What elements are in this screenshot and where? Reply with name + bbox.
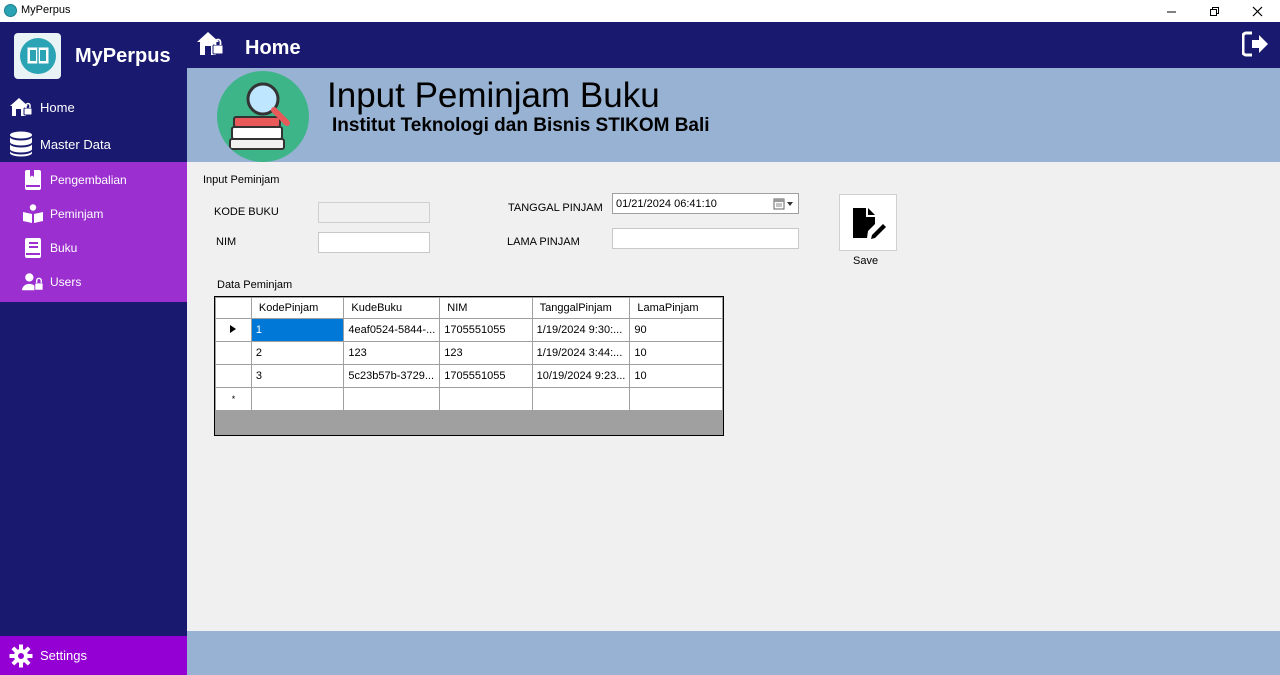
new-row-marker: *	[215, 387, 252, 411]
column-header[interactable]: NIM	[439, 297, 533, 319]
sidebar-item-users[interactable]: Users	[0, 267, 187, 297]
nim-label: NIM	[216, 236, 237, 248]
calendar-dropdown-icon[interactable]	[773, 197, 795, 211]
data-table: KodePinjam KudeBuku NIM TanggalPinjam La…	[215, 297, 723, 411]
table-cell[interactable]: 1/19/2024 3:44:...	[531, 341, 631, 365]
reader-book-icon	[22, 203, 44, 225]
data-table-caption: Data Peminjam	[217, 279, 293, 291]
sidebar-item-settings[interactable]: Settings	[0, 636, 187, 675]
column-header[interactable]: KodePinjam	[250, 297, 345, 319]
data-peminjam-grid[interactable]: KodePinjam KudeBuku NIM TanggalPinjam La…	[214, 296, 724, 436]
sidebar: MyPerpus Home Master Data Pengembalian P…	[0, 22, 187, 675]
table-cell[interactable]: 10/19/2024 9:23...	[531, 364, 631, 388]
table-row[interactable]: 3 5c23b57b-3729... 1705551055 10/19/2024…	[215, 364, 723, 388]
table-cell[interactable]: 5c23b57b-3729...	[343, 364, 441, 388]
banner-subtitle: Institut Teknologi dan Bisnis STIKOM Bal…	[332, 115, 710, 136]
database-icon	[9, 131, 33, 157]
lama-pinjam-field[interactable]	[612, 228, 799, 249]
table-cell[interactable]	[439, 387, 533, 411]
app-logo-text: MyPerpus	[75, 45, 171, 67]
table-cell[interactable]: 3	[250, 364, 345, 388]
table-cell[interactable]	[343, 387, 441, 411]
table-cell[interactable]: 90	[629, 318, 723, 342]
save-button[interactable]	[839, 194, 897, 251]
table-cell[interactable]: 10	[629, 341, 723, 365]
row-selector[interactable]	[215, 341, 252, 365]
save-label: Save	[853, 255, 879, 267]
table-cell[interactable]: 123	[343, 341, 441, 365]
sidebar-item-label: Buku	[50, 241, 78, 255]
banner-title: Input Peminjam Buku	[327, 76, 660, 115]
row-selector[interactable]	[215, 364, 252, 388]
table-cell[interactable]: 2	[250, 341, 345, 365]
restore-icon	[1209, 6, 1219, 16]
close-button[interactable]	[1235, 0, 1279, 22]
nim-field[interactable]	[318, 232, 430, 253]
top-header: Home	[187, 22, 1280, 68]
app-icon	[4, 4, 17, 17]
table-cell[interactable]: 4eaf0524-5844-...	[343, 318, 441, 342]
master-data-submenu: Pengembalian Peminjam Buku Users	[0, 162, 187, 302]
user-lock-icon	[22, 271, 44, 293]
table-cell[interactable]: 1705551055	[439, 364, 533, 388]
table-cell[interactable]	[531, 387, 631, 411]
sidebar-item-master-data[interactable]: Master Data	[0, 127, 187, 161]
row-header-corner	[215, 297, 252, 319]
table-header-row: KodePinjam KudeBuku NIM TanggalPinjam La…	[215, 297, 723, 319]
table-cell[interactable]: 1/19/2024 9:30:...	[531, 318, 631, 342]
table-cell[interactable]: 1	[250, 318, 345, 342]
row-selector-icon[interactable]	[215, 318, 252, 342]
sidebar-item-home[interactable]: Home	[0, 90, 187, 124]
sidebar-item-peminjam[interactable]: Peminjam	[0, 199, 187, 229]
window-title: MyPerpus	[21, 4, 71, 16]
settings-label: Settings	[40, 648, 87, 663]
page-title: Home	[245, 37, 301, 59]
kode-buku-field[interactable]	[318, 202, 430, 223]
kode-buku-label: KODE BUKU	[214, 206, 279, 218]
sidebar-item-pengembalian[interactable]: Pengembalian	[0, 165, 187, 195]
table-cell[interactable]	[250, 387, 345, 411]
form-group-label: Input Peminjam	[203, 174, 280, 186]
home-lock-icon	[9, 95, 33, 119]
table-cell[interactable]: 123	[439, 341, 533, 365]
new-table-row[interactable]: *	[215, 387, 723, 411]
column-header[interactable]: KudeBuku	[343, 297, 441, 319]
logout-icon[interactable]	[1241, 31, 1270, 57]
table-cell[interactable]: 1705551055	[439, 318, 533, 342]
table-cell[interactable]: 10	[629, 364, 723, 388]
page-banner: Input Peminjam Buku Institut Teknologi d…	[187, 68, 1280, 162]
open-book-icon	[19, 38, 56, 74]
book-search-illustration	[217, 71, 309, 162]
book-bookmark-icon	[22, 169, 44, 191]
table-row[interactable]: 1 4eaf0524-5844-... 1705551055 1/19/2024…	[215, 318, 723, 342]
app-logo	[14, 33, 61, 79]
tanggal-pinjam-label: TANGGAL PINJAM	[508, 202, 603, 214]
restore-button[interactable]	[1192, 0, 1236, 22]
sidebar-item-buku[interactable]: Buku	[0, 233, 187, 263]
minimize-icon	[1166, 11, 1176, 12]
sidebar-item-label: Peminjam	[50, 207, 104, 221]
home-lock-icon	[196, 31, 224, 57]
column-header[interactable]: TanggalPinjam	[531, 297, 631, 319]
gear-icon	[9, 644, 33, 668]
sidebar-item-label: Home	[40, 99, 75, 115]
tanggal-pinjam-picker[interactable]: 01/21/2024 06:41:10	[612, 193, 799, 214]
main-content: Input Peminjam KODE BUKU NIM TANGGAL PIN…	[187, 162, 1280, 631]
footer-bar	[187, 631, 1280, 675]
tanggal-pinjam-value: 01/21/2024 06:41:10	[616, 197, 717, 210]
lama-pinjam-label: LAMA PINJAM	[507, 236, 580, 248]
book-icon	[22, 237, 44, 259]
table-cell[interactable]	[629, 387, 723, 411]
window-titlebar: MyPerpus	[0, 0, 1280, 22]
close-icon	[1252, 6, 1262, 16]
sidebar-item-label: Pengembalian	[50, 173, 127, 187]
table-row[interactable]: 2 123 123 1/19/2024 3:44:... 10	[215, 341, 723, 365]
file-edit-icon	[853, 207, 886, 239]
column-header[interactable]: LamaPinjam	[629, 297, 723, 319]
sidebar-item-label: Master Data	[40, 136, 111, 152]
sidebar-item-label: Users	[50, 275, 82, 289]
minimize-button[interactable]	[1149, 0, 1193, 22]
